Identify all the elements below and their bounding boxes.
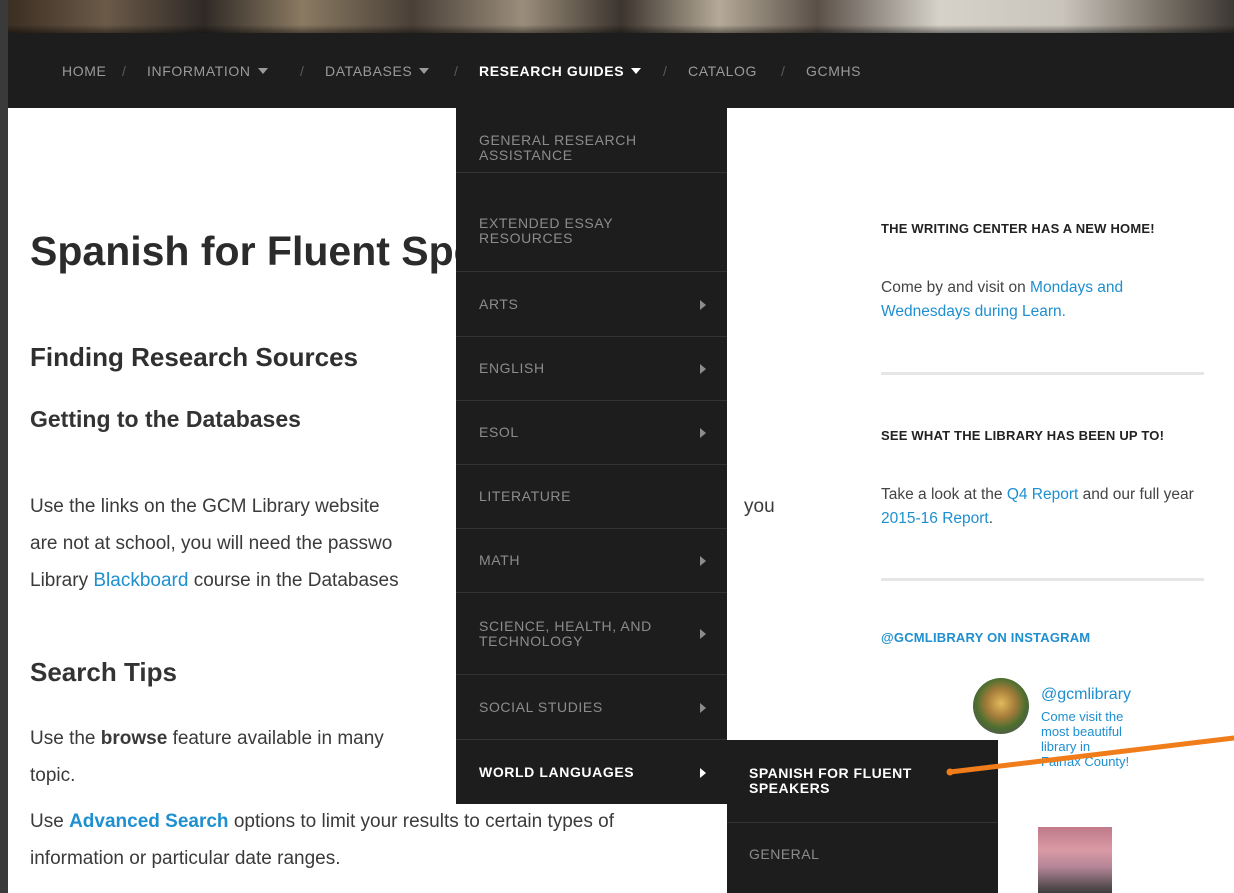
dropdown-item-label: SOCIAL STUDIES [479,699,603,715]
nav-separator: / [781,63,785,79]
paragraph-line: topic. [30,765,76,786]
dropdown-item-label: EXTENDED ESSAY RESOURCES [479,215,613,246]
dropdown-item-label: MATH [479,552,521,568]
main-navigation: HOME / INFORMATION / DATABASES / RESEARC… [8,33,1234,108]
instagram-photo[interactable] [1038,827,1112,893]
nav-separator: / [122,63,126,79]
divider [881,372,1204,375]
section-heading: Finding Research Sources [30,342,358,372]
blackboard-link[interactable]: Blackboard [93,570,188,591]
dropdown-item-esol[interactable]: ESOL [456,400,727,465]
header-banner-image [8,0,1234,33]
instagram-caption[interactable]: Come visit the most beautiful library in… [1041,709,1131,769]
writing-center-heading: THE WRITING CENTER HAS A NEW HOME! [881,221,1155,236]
text: Come by and visit on [881,279,1031,296]
paragraph-line: Use Advanced Search options to limit you… [30,803,614,840]
dropdown-item-english[interactable]: ENGLISH [456,336,727,401]
dropdown-item-extended-essay[interactable]: EXTENDED ESSAY RESOURCES [456,206,727,272]
paragraph-line: you [744,496,775,517]
text: Library [30,570,94,591]
library-news-heading: SEE WHAT THE LIBRARY HAS BEEN UP TO! [881,428,1165,443]
text: Use the [30,728,101,749]
text: options to limit your results to certain… [228,811,614,832]
text: . [988,510,994,527]
dropdown-item-science[interactable]: SCIENCE, HEALTH, AND TECHNOLOGY [456,592,727,675]
nav-catalog[interactable]: CATALOG [688,63,757,79]
annual-report-link[interactable]: 2015-16 Report [881,510,989,527]
nav-gcmhs[interactable]: GCMHS [806,63,861,79]
text: feature available in many [167,728,384,749]
paragraph-line: information or particular date ranges. [30,848,341,869]
dropdown-item-label: ESOL [479,424,519,440]
instagram-username[interactable]: @gcmlibrary [1041,686,1131,704]
dropdown-item-arts[interactable]: ARTS [456,272,727,337]
submenu-item-general[interactable]: GENERAL [727,823,998,893]
chevron-down-icon [631,68,642,74]
nav-research-guides-label: RESEARCH GUIDES [479,63,625,79]
instagram-heading[interactable]: @GCMLIBRARY ON INSTAGRAM [881,631,1201,644]
dropdown-item-literature[interactable]: LITERATURE [456,464,727,529]
nav-databases-label: DATABASES [325,63,413,79]
nav-separator: / [300,63,304,79]
advanced-search-link[interactable]: Advanced Search [69,811,228,832]
submenu-item-label: GENERAL [749,846,820,862]
chevron-down-icon [419,68,430,74]
paragraph-line: Library Blackboard course in the Databas… [30,562,399,599]
text: Take a look at the [881,486,1007,503]
browse-bold-text: browse [100,728,168,749]
dropdown-item-general-research[interactable]: GENERAL RESEARCH ASSISTANCE [456,108,727,173]
paragraph-line: are not at school, you will need the pas… [30,533,393,554]
browser-viewport: HOME / INFORMATION / DATABASES / RESEARC… [8,0,1234,893]
divider [881,578,1204,581]
chevron-right-icon [700,364,706,374]
text: and our full year [1078,486,1194,503]
nav-home[interactable]: HOME [62,63,106,79]
text: course in the Databases [188,570,399,591]
search-tips-heading: Search Tips [30,657,177,687]
submenu-item-spanish-fluent[interactable]: SPANISH FOR FLUENT SPEAKERS [727,740,998,823]
dropdown-item-world-languages[interactable]: WORLD LANGUAGES [456,740,727,804]
submenu-item-label: SPANISH FOR FLUENT SPEAKERS [749,765,912,796]
instagram-avatar[interactable] [973,678,1029,734]
nav-information[interactable]: INFORMATION [147,63,268,79]
dropdown-item-label: SCIENCE, HEALTH, AND TECHNOLOGY [479,618,652,649]
writing-center-text: Come by and visit on Mondays and Wednesd… [881,276,1211,324]
nav-research-guides[interactable]: RESEARCH GUIDES [479,63,642,79]
dropdown-item-math[interactable]: MATH [456,528,727,593]
nav-separator: / [663,63,667,79]
q4-report-link[interactable]: Q4 Report [1007,486,1079,503]
chevron-right-icon [700,703,706,713]
chevron-right-icon [700,556,706,566]
nav-databases[interactable]: DATABASES [325,63,430,79]
dropdown-item-social-studies[interactable]: SOCIAL STUDIES [456,675,727,740]
paragraph-line: Use the browse feature available in many [30,720,384,757]
nav-information-label: INFORMATION [147,63,251,79]
chevron-right-icon [700,629,706,639]
library-news-text: Take a look at the Q4 Report and our ful… [881,483,1211,531]
chevron-right-icon [700,768,706,778]
research-guides-dropdown: GENERAL RESEARCH ASSISTANCE EXTENDED ESS… [456,108,727,804]
chevron-down-icon [257,68,268,74]
dropdown-item-label: LITERATURE [479,488,572,504]
dropdown-item-label: WORLD LANGUAGES [479,764,635,780]
text: Use [30,811,70,832]
chevron-right-icon [700,300,706,310]
dropdown-item-label: ARTS [479,296,519,312]
paragraph-line: Use the links on the GCM Library website [30,496,380,517]
dropdown-item-label: GENERAL RESEARCH ASSISTANCE [479,132,637,163]
chevron-right-icon [700,428,706,438]
sub-heading: Getting to the Databases [30,406,301,432]
dropdown-item-label: ENGLISH [479,360,545,376]
nav-separator: / [454,63,458,79]
world-languages-submenu: SPANISH FOR FLUENT SPEAKERS GENERAL [727,740,998,893]
